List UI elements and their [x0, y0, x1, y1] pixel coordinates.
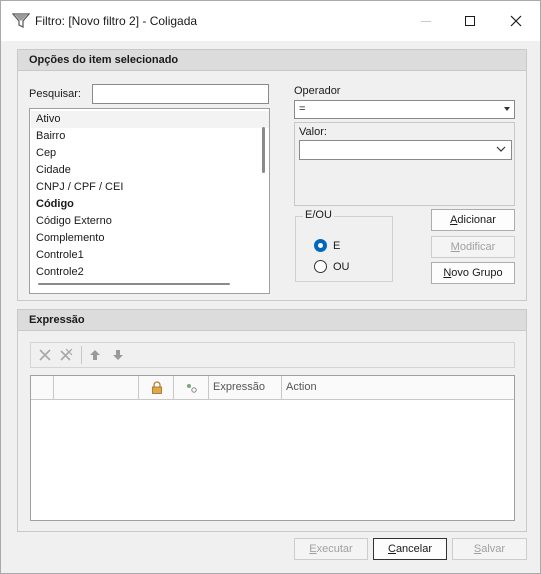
- link-icon: [187, 384, 197, 393]
- expression-panel-header: Expressão: [18, 310, 526, 331]
- field-list-item[interactable]: Controle2: [36, 264, 84, 281]
- close-button[interactable]: [493, 1, 539, 41]
- dropdown-arrow-icon: [504, 107, 510, 111]
- list-horizontal-scrollbar[interactable]: [38, 283, 230, 285]
- options-panel: Opções do item selecionado Pesquisar: At…: [17, 49, 527, 301]
- filter-dialog: Filtro: [Novo filtro 2] - Coligada Opçõe…: [0, 0, 541, 574]
- search-input[interactable]: [92, 84, 269, 104]
- maximize-button[interactable]: [447, 1, 493, 41]
- lock-icon: [152, 381, 162, 394]
- toolbar-separator: [81, 346, 82, 364]
- field-list-item[interactable]: Cidade: [36, 162, 71, 179]
- modify-button[interactable]: Modificar: [431, 236, 515, 258]
- value-label: Valor:: [299, 126, 327, 138]
- cancel-button-label: ancelar: [395, 543, 433, 555]
- expression-grid[interactable]: Expressão Action: [30, 375, 515, 521]
- field-list-item[interactable]: Controle1: [36, 247, 84, 264]
- cancel-button[interactable]: Cancelar: [373, 538, 447, 560]
- add-button-label: dicionar: [457, 214, 496, 226]
- field-list-item[interactable]: Complemento: [36, 230, 104, 247]
- delete-all-icon[interactable]: [59, 348, 73, 362]
- grid-col-link[interactable]: [174, 376, 209, 400]
- search-label: Pesquisar:: [29, 88, 81, 100]
- add-button[interactable]: Adicionar: [431, 209, 515, 231]
- grid-col-action[interactable]: Action: [282, 376, 514, 400]
- modify-button-mnemonic: M: [450, 241, 460, 253]
- execute-button-label: xecutar: [316, 543, 353, 555]
- new-group-button[interactable]: Novo Grupo: [431, 262, 515, 284]
- chevron-down-icon: [496, 146, 506, 152]
- list-vertical-scrollbar[interactable]: [262, 127, 265, 173]
- operator-value: =: [299, 103, 306, 115]
- field-list-item[interactable]: CNPJ / CPF / CEI: [36, 179, 123, 196]
- grid-col-blank[interactable]: [54, 376, 139, 400]
- radio-ou-label[interactable]: OU: [333, 261, 350, 273]
- logic-group: E/OU E OU: [295, 209, 393, 282]
- window-title: Filtro: [Novo filtro 2] - Coligada: [35, 14, 198, 28]
- save-button-label: alvar: [481, 543, 506, 555]
- options-panel-header: Opções do item selecionado: [18, 50, 526, 71]
- value-box: Valor:: [294, 122, 515, 206]
- value-select[interactable]: [299, 140, 512, 160]
- title-bar: Filtro: [Novo filtro 2] - Coligada: [1, 1, 540, 41]
- grid-col-lock[interactable]: [139, 376, 174, 400]
- move-up-icon[interactable]: [88, 348, 102, 362]
- field-list-item[interactable]: Bairro: [36, 128, 65, 145]
- new-group-button-label: ovo Grupo: [451, 267, 503, 279]
- field-list-item[interactable]: Cep: [36, 145, 56, 162]
- operator-select[interactable]: =: [294, 100, 515, 119]
- maximize-icon: [465, 16, 475, 26]
- minimize-button[interactable]: [403, 1, 449, 41]
- modify-button-label: odificar: [459, 241, 496, 253]
- delete-icon[interactable]: [38, 348, 52, 362]
- field-list-item[interactable]: Código: [36, 196, 74, 213]
- expression-panel: Expressão Expressão Action: [17, 309, 527, 532]
- execute-button-mnemonic: E: [309, 543, 317, 555]
- move-down-icon[interactable]: [111, 348, 125, 362]
- save-button[interactable]: Salvar: [452, 538, 527, 560]
- field-list-item[interactable]: Código Externo: [36, 213, 112, 230]
- cancel-button-mnemonic: C: [387, 543, 396, 555]
- execute-button[interactable]: Executar: [294, 538, 368, 560]
- radio-ou[interactable]: [314, 260, 327, 273]
- minimize-icon: [421, 20, 431, 22]
- field-list-item[interactable]: Ativo: [31, 111, 269, 128]
- close-icon: [510, 15, 522, 27]
- field-listbox[interactable]: Ativo Bairro Cep Cidade CNPJ / CPF / CEI Códi…: [29, 108, 270, 294]
- grid-col-indicator[interactable]: [31, 376, 54, 400]
- operator-label: Operador: [294, 85, 341, 97]
- grid-header: Expressão Action: [31, 376, 514, 400]
- radio-e[interactable]: [314, 239, 327, 252]
- grid-col-expression[interactable]: Expressão: [209, 376, 282, 400]
- expression-toolbar: [30, 342, 515, 368]
- radio-e-label[interactable]: E: [333, 240, 340, 252]
- filter-icon: [12, 13, 30, 28]
- logic-group-title: E/OU: [303, 209, 334, 221]
